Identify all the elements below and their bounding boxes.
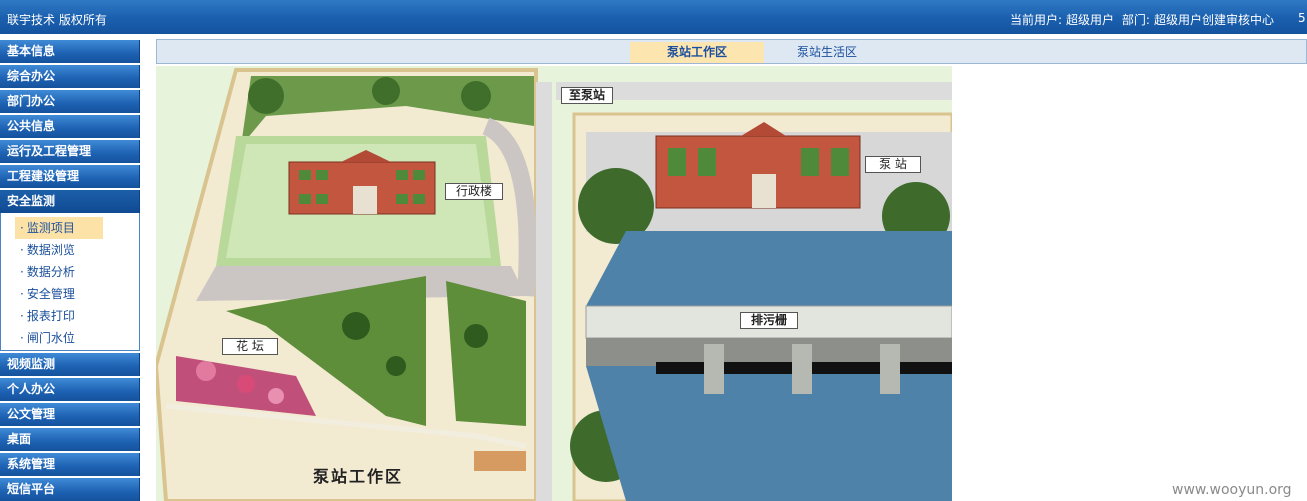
sidebar-item-system-mgmt[interactable]: 系统管理 xyxy=(0,453,140,476)
sidebar-item-public-info[interactable]: 公共信息 xyxy=(0,115,140,138)
sidebar-item-basic-info[interactable]: 基本信息 xyxy=(0,40,140,63)
sidebar-item-operations[interactable]: 运行及工程管理 xyxy=(0,140,140,163)
bullet-icon: · xyxy=(20,221,24,235)
bullet-icon: · xyxy=(20,287,24,301)
submenu-item-gate-water-level[interactable]: · 闸门水位 xyxy=(15,327,103,349)
dept-label: 部门: xyxy=(1121,13,1150,27)
sidebar-nav: 基本信息 综合办公 部门办公 公共信息 运行及工程管理 工程建设管理 安全监测 … xyxy=(0,40,140,501)
tab-pump-living-area[interactable]: 泵站生活区 xyxy=(777,42,877,63)
sidebar-item-safety-monitoring[interactable]: 安全监测 xyxy=(0,190,140,213)
label-flower-bed: 花 坛 xyxy=(222,338,278,355)
copyright-brand: 联宇技术 版权所有 xyxy=(7,13,107,27)
submenu-item-label: 数据浏览 xyxy=(26,243,75,257)
bullet-icon: · xyxy=(20,265,24,279)
bullet-icon: · xyxy=(20,331,24,345)
submenu-item-label: 监测项目 xyxy=(26,221,75,235)
submenu-item-label: 报表打印 xyxy=(26,309,75,323)
user-name: 超级用户 xyxy=(1066,13,1115,27)
safety-submenu: · 监测项目 · 数据浏览 · 数据分析 · 安全管理 · 报表打印 · 闸门水位 xyxy=(0,213,140,351)
header-edge-text: 5 xyxy=(1298,11,1306,25)
submenu-item-safety-mgmt[interactable]: · 安全管理 xyxy=(15,283,103,305)
bullet-icon: · xyxy=(20,243,24,257)
site-map: 至泵站 行政楼 泵 站 花 坛 排污栅 xyxy=(156,66,952,501)
dept-name: 超级用户创建审核中心 xyxy=(1153,13,1274,27)
watermark: www.wooyun.org xyxy=(1172,482,1292,498)
sidebar-item-personal-office[interactable]: 个人办公 xyxy=(0,378,140,401)
area-tab-bar: 泵站工作区 泵站生活区 xyxy=(156,39,1307,64)
submenu-item-monitor-project[interactable]: · 监测项目 xyxy=(15,217,103,239)
sidebar-item-sms-platform[interactable]: 短信平台 xyxy=(0,478,140,501)
site-map-illustration xyxy=(156,66,952,501)
submenu-item-label: 安全管理 xyxy=(26,287,75,301)
sidebar-item-desktop[interactable]: 桌面 xyxy=(0,428,140,451)
user-label: 当前用户: xyxy=(1010,13,1063,27)
sidebar-item-general-office[interactable]: 综合办公 xyxy=(0,65,140,88)
label-admin-building: 行政楼 xyxy=(445,183,503,200)
submenu-item-data-analysis[interactable]: · 数据分析 xyxy=(15,261,103,283)
top-header-bar: 联宇技术 版权所有 当前用户: 超级用户 部门: 超级用户创建审核中心 5 xyxy=(0,0,1307,34)
label-trash-rack: 排污栅 xyxy=(740,312,798,329)
map-area-title: 泵站工作区 xyxy=(313,467,404,486)
submenu-item-label: 数据分析 xyxy=(26,265,75,279)
bullet-icon: · xyxy=(20,309,24,323)
label-to-pump-station: 至泵站 xyxy=(561,87,613,104)
submenu-item-report-print[interactable]: · 报表打印 xyxy=(15,305,103,327)
sidebar-item-document-mgmt[interactable]: 公文管理 xyxy=(0,403,140,426)
submenu-item-data-browse[interactable]: · 数据浏览 xyxy=(15,239,103,261)
label-pump-station: 泵 站 xyxy=(865,156,921,173)
tab-pump-work-area[interactable]: 泵站工作区 xyxy=(630,42,764,63)
sidebar-item-dept-office[interactable]: 部门办公 xyxy=(0,90,140,113)
submenu-item-label: 闸门水位 xyxy=(26,331,75,345)
sidebar-item-video-monitoring[interactable]: 视频监测 xyxy=(0,353,140,376)
current-user-info: 当前用户: 超级用户 部门: 超级用户创建审核中心 xyxy=(1010,11,1278,28)
sidebar-item-construction[interactable]: 工程建设管理 xyxy=(0,165,140,188)
